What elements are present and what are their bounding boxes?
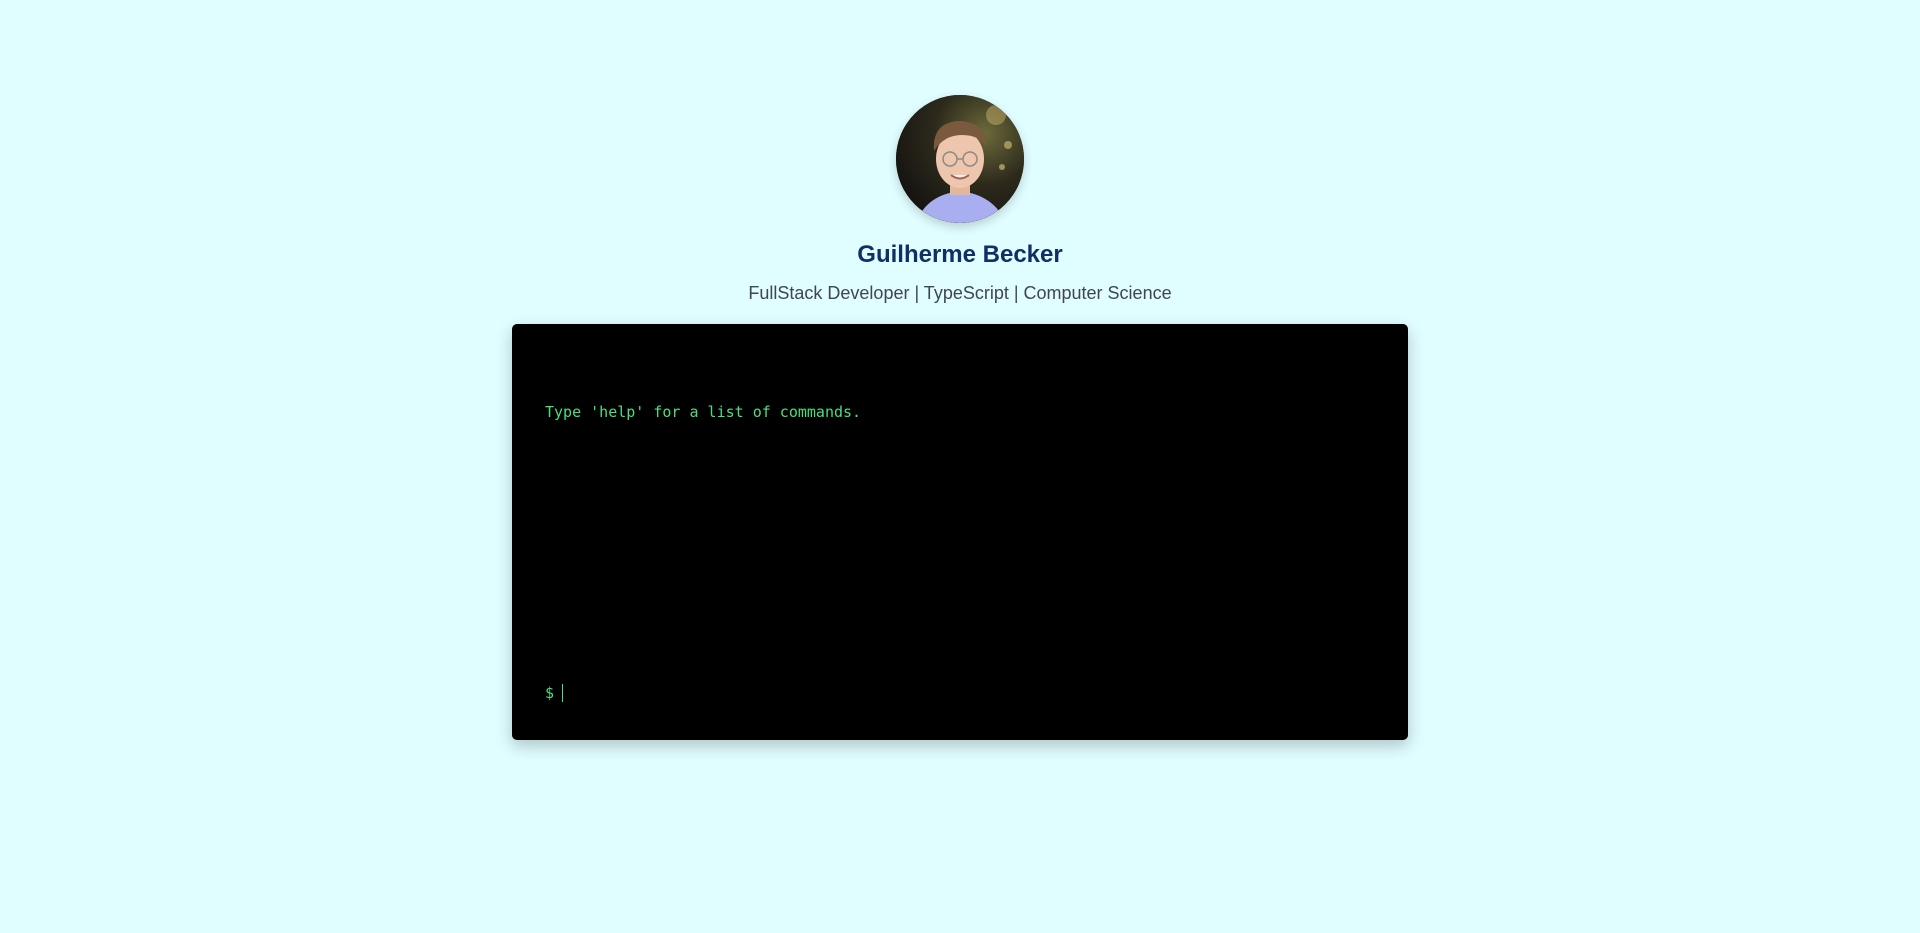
terminal-prompt-line[interactable]: $ bbox=[545, 682, 1375, 704]
profile-subtitle: FullStack Developer | TypeScript | Compu… bbox=[748, 283, 1172, 303]
terminal-window[interactable]: Type 'help' for a list of commands. $ bbox=[512, 324, 1408, 740]
text-cursor bbox=[562, 684, 563, 702]
terminal-output-line: Type 'help' for a list of commands. bbox=[545, 403, 862, 421]
terminal-command-input[interactable] bbox=[561, 683, 1375, 703]
prompt-symbol: $ bbox=[545, 684, 555, 702]
profile-name: Guilherme Becker bbox=[857, 241, 1063, 268]
profile-avatar bbox=[896, 95, 1024, 223]
avatar-photo bbox=[896, 95, 1024, 223]
terminal-output: Type 'help' for a list of commands. bbox=[545, 357, 861, 467]
portfolio-page: Guilherme Becker FullStack Developer | T… bbox=[0, 0, 1920, 933]
